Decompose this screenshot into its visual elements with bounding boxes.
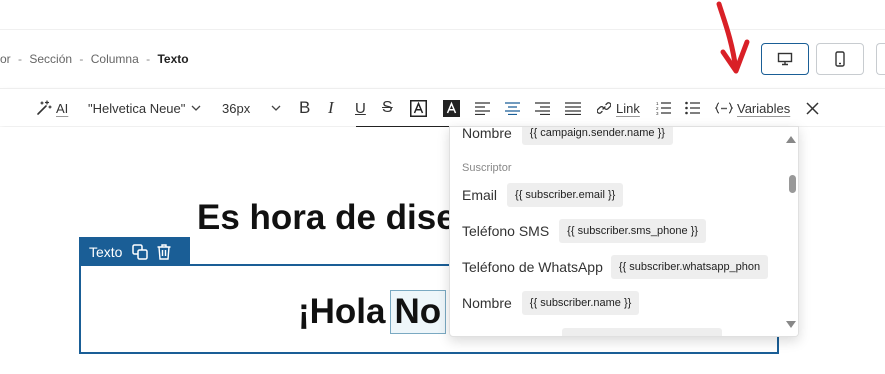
chevron-down-icon	[191, 105, 201, 111]
desktop-icon	[777, 52, 793, 66]
duplicate-block-button[interactable]	[132, 243, 149, 260]
strikethrough-icon: S	[382, 99, 393, 116]
background-color-button[interactable]	[443, 89, 460, 127]
variables-icon	[715, 102, 733, 114]
trash-icon	[157, 243, 171, 260]
bold-icon: B	[299, 98, 311, 117]
scroll-up-icon[interactable]	[786, 136, 796, 143]
breadcrumb-item-column[interactable]: Columna	[91, 52, 139, 66]
chevron-down-icon	[271, 105, 281, 111]
greeting-prefix: ¡Hola	[298, 292, 386, 331]
variable-chip: {{ subscriber.whatsapp_phon	[610, 255, 769, 279]
text-formatting-toolbar: AI "Helvetica Neue" 36px B I U S Link 1 …	[0, 88, 885, 126]
scroll-down-icon[interactable]	[786, 321, 796, 328]
delete-block-button[interactable]	[157, 243, 171, 260]
align-left-icon	[475, 101, 490, 115]
underline-icon: U	[355, 99, 366, 117]
align-center-button[interactable]	[505, 89, 520, 127]
scrollbar-thumb[interactable]	[789, 175, 796, 193]
text-color-icon	[410, 99, 427, 117]
close-toolbar-button[interactable]	[806, 89, 819, 127]
background-color-icon	[443, 99, 460, 117]
variables-dropdown: Nombre {{ campaign.sender.name }} Suscri…	[449, 126, 799, 337]
variables-label: Variables	[737, 100, 791, 116]
variable-option-subscriber-sms-phone[interactable]: Teléfono SMS {{ subscriber.sms_phone }}	[462, 219, 707, 243]
top-bar	[0, 0, 885, 30]
variable-option-subscriber-whatsapp-phone[interactable]: Teléfono de WhatsApp {{ subscriber.whats…	[462, 255, 769, 279]
red-arrow-down-icon	[716, 1, 750, 74]
breadcrumb-item-section[interactable]: Sección	[29, 52, 72, 66]
strikethrough-button[interactable]: S	[382, 89, 393, 127]
variable-label: Teléfono de WhatsApp	[462, 259, 603, 275]
ai-label: AI	[56, 100, 69, 116]
variable-chip: {{ subscriber.name }}	[521, 291, 640, 315]
text-block-label-text: Texto	[89, 243, 123, 260]
svg-text:3: 3	[656, 111, 659, 115]
variables-button[interactable]: Variables	[715, 89, 790, 127]
align-justify-button[interactable]	[565, 89, 581, 127]
desktop-preview-button[interactable]	[761, 43, 809, 75]
breadcrumb-separator: -	[18, 52, 23, 66]
variable-option-subscriber-name[interactable]: Nombre {{ subscriber.name }}	[462, 291, 640, 315]
bulleted-list-icon	[685, 101, 700, 115]
link-label: Link	[616, 100, 640, 116]
numbered-list-button[interactable]: 1 2 3	[656, 89, 671, 127]
align-left-button[interactable]	[475, 89, 490, 127]
variable-label: Teléfono SMS	[462, 223, 550, 239]
selected-variable-text[interactable]: No	[389, 290, 447, 334]
more-preview-button[interactable]	[876, 43, 885, 75]
variable-label: Nombre	[462, 295, 512, 311]
dropdown-scrollbar[interactable]	[784, 127, 798, 336]
underline-button[interactable]: U	[355, 89, 366, 127]
align-right-button[interactable]	[535, 89, 550, 127]
variable-option-campaign-sender-name[interactable]: Nombre {{ campaign.sender.name }}	[462, 126, 673, 145]
mobile-icon	[835, 51, 845, 67]
breadcrumb-item-editor[interactable]: or	[0, 52, 11, 66]
font-family-value: "Helvetica Neue"	[88, 100, 186, 116]
bulleted-list-button[interactable]	[685, 89, 700, 127]
font-size-select[interactable]: 36px	[222, 89, 281, 127]
breadcrumb-current: Texto	[157, 52, 189, 66]
section-heading-subscriber: Suscriptor	[462, 162, 512, 174]
variable-option-subscriber-email[interactable]: Email {{ subscriber.email }}	[462, 183, 624, 207]
font-size-value: 36px	[222, 100, 251, 116]
variable-label: Email	[462, 187, 498, 203]
align-justify-icon	[565, 101, 581, 115]
duplicate-icon	[132, 243, 149, 260]
italic-icon: I	[328, 98, 334, 117]
align-right-icon	[535, 101, 550, 115]
breadcrumb: or - Sección - Columna - Texto	[0, 52, 189, 66]
variable-chip: {{ subscriber.email }}	[507, 183, 624, 207]
variable-chip: {{ subscriber.sms_phone }}	[559, 219, 707, 243]
variable-chip: {{ campaign.sender.name }}	[521, 127, 673, 145]
italic-button[interactable]: I	[328, 89, 334, 127]
text-color-button[interactable]	[410, 89, 427, 127]
align-center-icon	[505, 101, 520, 115]
breadcrumb-separator: -	[79, 52, 84, 66]
close-icon	[806, 101, 819, 115]
variable-label: Nombre	[462, 126, 512, 141]
email-heading[interactable]: Es hora de dise	[197, 198, 456, 238]
breadcrumb-separator: -	[146, 52, 151, 66]
greeting-text[interactable]: ¡Hola No	[298, 290, 447, 334]
ai-button[interactable]: AI	[36, 89, 68, 127]
variable-chip-partial	[562, 328, 722, 336]
magic-wand-icon	[37, 100, 52, 115]
link-icon	[597, 102, 611, 114]
numbered-list-icon: 1 2 3	[656, 101, 671, 115]
text-block-label: Texto	[79, 237, 190, 266]
bold-button[interactable]: B	[299, 89, 310, 127]
link-button[interactable]: Link	[597, 89, 640, 127]
mobile-preview-button[interactable]	[816, 43, 864, 75]
font-family-select[interactable]: "Helvetica Neue"	[88, 89, 201, 127]
